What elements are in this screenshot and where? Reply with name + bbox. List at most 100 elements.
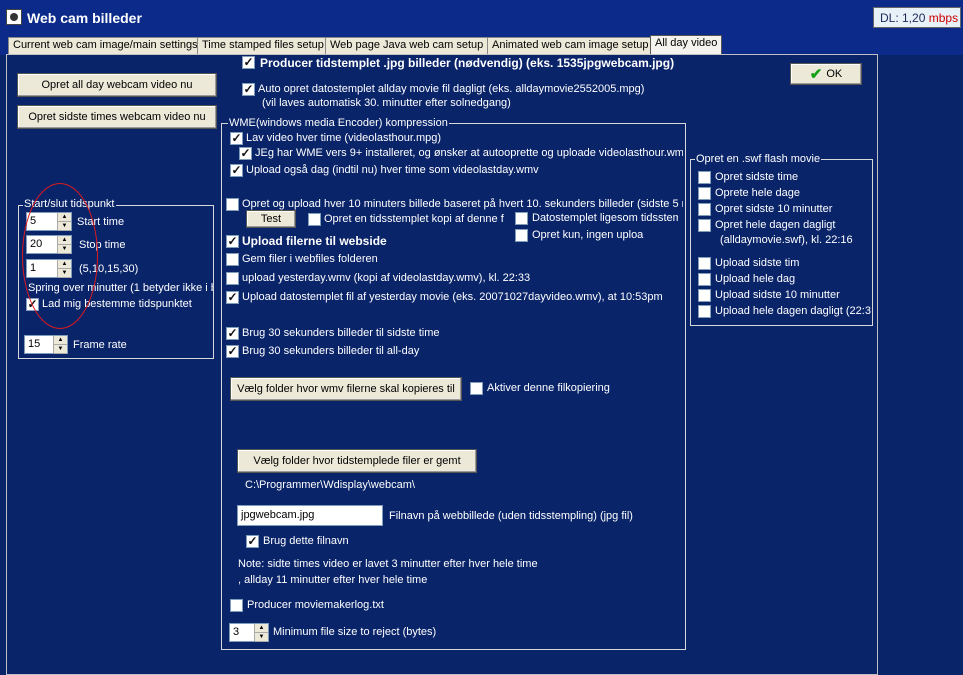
checkmark-icon: ✓	[231, 163, 242, 177]
swf-upload-lasthour-label: Upload sidste tim	[715, 257, 800, 269]
download-rate-value: DL: 1,20	[880, 11, 926, 25]
checkmark-icon: ✓	[227, 234, 238, 248]
spin-up-icon[interactable]: ▲	[255, 624, 268, 633]
upload-yesterday-label: upload yesterday.wmv (kopi af videolastd…	[242, 272, 531, 284]
choose-timestamp-folder-button[interactable]: Vælg folder hvor tidstemplede filer er g…	[237, 449, 477, 473]
produce-jpg-label: Producer tidstemplet .jpg billeder (nødv…	[260, 56, 675, 70]
hourly-video-checkbox[interactable]: ✓	[230, 132, 243, 145]
use-filename-checkbox[interactable]: ✓	[246, 535, 259, 548]
swf-create-fullday-label: Oprete hele dage	[715, 187, 801, 199]
hourly-video-label: Lav video hver time (videolasthour.mpg)	[246, 132, 442, 144]
moviemaker-log-label: Producer moviemakerlog.txt	[247, 599, 384, 611]
ok-checkmark-icon: ✔	[809, 66, 823, 83]
checkmark-icon: ✓	[227, 326, 238, 340]
note-line-1: Note: sidte times video er lavet 3 minut…	[238, 558, 538, 570]
swf-create-daily-label: Opret hele dagen dagligt	[715, 219, 836, 231]
checkmark-icon: ✓	[231, 131, 242, 145]
use-filename-label: Brug dette filnavn	[263, 535, 349, 547]
ten-minute-label: Opret og upload hver 10 minuters billede…	[242, 198, 683, 210]
upload-yesterday-checkbox[interactable]	[226, 272, 239, 285]
timestamped-copy-label: Opret en tidsstemplet kopi af denne fil	[324, 213, 504, 225]
swf-create-10min-label: Opret sidste 10 minutter	[715, 203, 833, 215]
datestamped-like-checkbox[interactable]	[515, 212, 528, 225]
download-rate-unit: mbps	[928, 11, 959, 25]
tab-main-settings[interactable]: Current web cam image/main settings	[8, 37, 203, 54]
use30-allday-label: Brug 30 sekunders billeder til all-day	[242, 345, 420, 357]
use30-lasthour-checkbox[interactable]: ✓	[226, 327, 239, 340]
spin-down-icon[interactable]: ▼	[255, 633, 268, 642]
folder-path-text: C:\Programmer\Wdisplay\webcam\	[245, 479, 415, 491]
activate-copy-label: Aktiver denne filkopiering	[487, 382, 610, 394]
swf-create-daily-note: (alldaymovie.swf), kl. 22:16	[720, 234, 853, 246]
create-lasthour-video-button[interactable]: Opret sidste times webcam video nu	[17, 105, 217, 129]
keep-files-label: Gem filer i webfiles folderen	[242, 253, 378, 265]
checkmark-icon: ✓	[240, 146, 251, 160]
frame-rate-spinner[interactable]: 15 ▲ ▼	[24, 335, 68, 354]
upload-datestamped-checkbox[interactable]: ✓	[226, 291, 239, 304]
create-only-checkbox[interactable]	[515, 229, 528, 242]
swf-upload-fullday-label: Upload hele dag	[715, 273, 796, 285]
swf-upload-lasthour-checkbox[interactable]	[698, 257, 711, 270]
tab-time-stamped-files[interactable]: Time stamped files setup	[197, 37, 329, 54]
auto-create-allday-label: Auto opret datostemplet allday movie fil…	[258, 83, 645, 95]
upload-today-checkbox[interactable]: ✓	[230, 164, 243, 177]
activate-copy-checkbox[interactable]	[470, 382, 483, 395]
wme-installed-checkbox[interactable]: ✓	[239, 147, 252, 160]
swf-create-10min-checkbox[interactable]	[698, 203, 711, 216]
produce-jpg-checkbox[interactable]: ✓	[242, 56, 255, 69]
keep-files-checkbox[interactable]	[226, 253, 239, 266]
auto-create-allday-note: (vil laves automatisk 30. minutter efter…	[262, 97, 511, 109]
auto-create-allday-checkbox[interactable]: ✓	[242, 83, 255, 96]
use30-allday-checkbox[interactable]: ✓	[226, 345, 239, 358]
swf-upload-daily-checkbox[interactable]	[698, 305, 711, 318]
filename-label: Filnavn på webbillede (uden tidsstemplin…	[389, 510, 633, 522]
moviemaker-log-checkbox[interactable]	[230, 599, 243, 612]
frame-rate-value: 15	[28, 338, 41, 350]
checkmark-icon: ✓	[243, 82, 254, 96]
use30-lasthour-label: Brug 30 sekunders billeder til sidste ti…	[242, 327, 440, 339]
note-line-2: , allday 11 minutter efter hver hele tim…	[238, 574, 428, 586]
ok-button[interactable]: ✔ OK	[790, 63, 862, 85]
create-allday-video-button[interactable]: Opret all day webcam video nu	[17, 73, 217, 97]
filename-input[interactable]: jpgwebcam.jpg	[237, 505, 383, 526]
swf-create-lasthour-label: Opret sidste time	[715, 171, 799, 183]
webcam-app-icon	[6, 9, 22, 25]
frame-rate-label: Frame rate	[73, 339, 127, 351]
upload-files-checkbox[interactable]: ✓	[226, 235, 239, 248]
swf-create-daily-checkbox[interactable]	[698, 219, 711, 232]
swf-create-lasthour-checkbox[interactable]	[698, 171, 711, 184]
timestamped-copy-checkbox[interactable]	[308, 213, 321, 226]
checkmark-icon: ✓	[243, 55, 254, 69]
red-annotation-oval	[22, 183, 98, 329]
download-rate-indicator: DL: 1,20 mbps	[873, 7, 961, 28]
swf-upload-10min-checkbox[interactable]	[698, 289, 711, 302]
swf-create-fullday-checkbox[interactable]	[698, 187, 711, 200]
wme-installed-label: JEg har WME vers 9+ installeret, og ønsk…	[255, 147, 683, 159]
upload-files-label: Upload filerne til webside	[242, 234, 387, 248]
upload-datestamped-label: Upload datostemplet fil af yesterday mov…	[242, 291, 663, 303]
min-file-size-value: 3	[233, 626, 240, 638]
window-title: Web cam billeder	[27, 10, 142, 26]
datestamped-like-label: Datostemplet ligesom tidsstemp	[532, 212, 678, 224]
swf-upload-daily-label: Upload hele dagen dagligt (22:33	[715, 305, 871, 317]
min-file-size-spinner[interactable]: 3 ▲ ▼	[229, 623, 269, 642]
spin-up-icon[interactable]: ▲	[54, 336, 67, 345]
swf-upload-10min-label: Upload sidste 10 minutter	[715, 289, 840, 301]
title-bar	[0, 0, 963, 34]
wme-group-title: WME(windows media Encoder) kompression	[228, 117, 449, 129]
tab-animated-image[interactable]: Animated web cam image setup	[487, 37, 654, 54]
min-file-size-label: Minimum file size to reject (bytes)	[273, 626, 437, 638]
checkmark-icon: ✓	[247, 534, 258, 548]
ten-minute-checkbox[interactable]	[226, 198, 239, 211]
checkmark-icon: ✓	[227, 344, 238, 358]
choose-wmv-folder-button[interactable]: Vælg folder hvor wmv filerne skal kopier…	[230, 377, 462, 401]
test-button[interactable]: Test	[246, 210, 296, 228]
tab-all-day-video[interactable]: All day video	[650, 35, 723, 54]
tab-java-web-cam[interactable]: Web page Java web cam setup	[325, 37, 489, 54]
upload-today-label: Upload også dag (indtil nu) hver time so…	[246, 164, 539, 176]
spin-down-icon[interactable]: ▼	[54, 345, 67, 354]
create-only-label: Opret kun, ingen uploa	[532, 229, 644, 241]
swf-group-title: Opret en .swf flash movie	[695, 153, 822, 165]
swf-upload-fullday-checkbox[interactable]	[698, 273, 711, 286]
ok-button-label: OK	[826, 68, 843, 80]
